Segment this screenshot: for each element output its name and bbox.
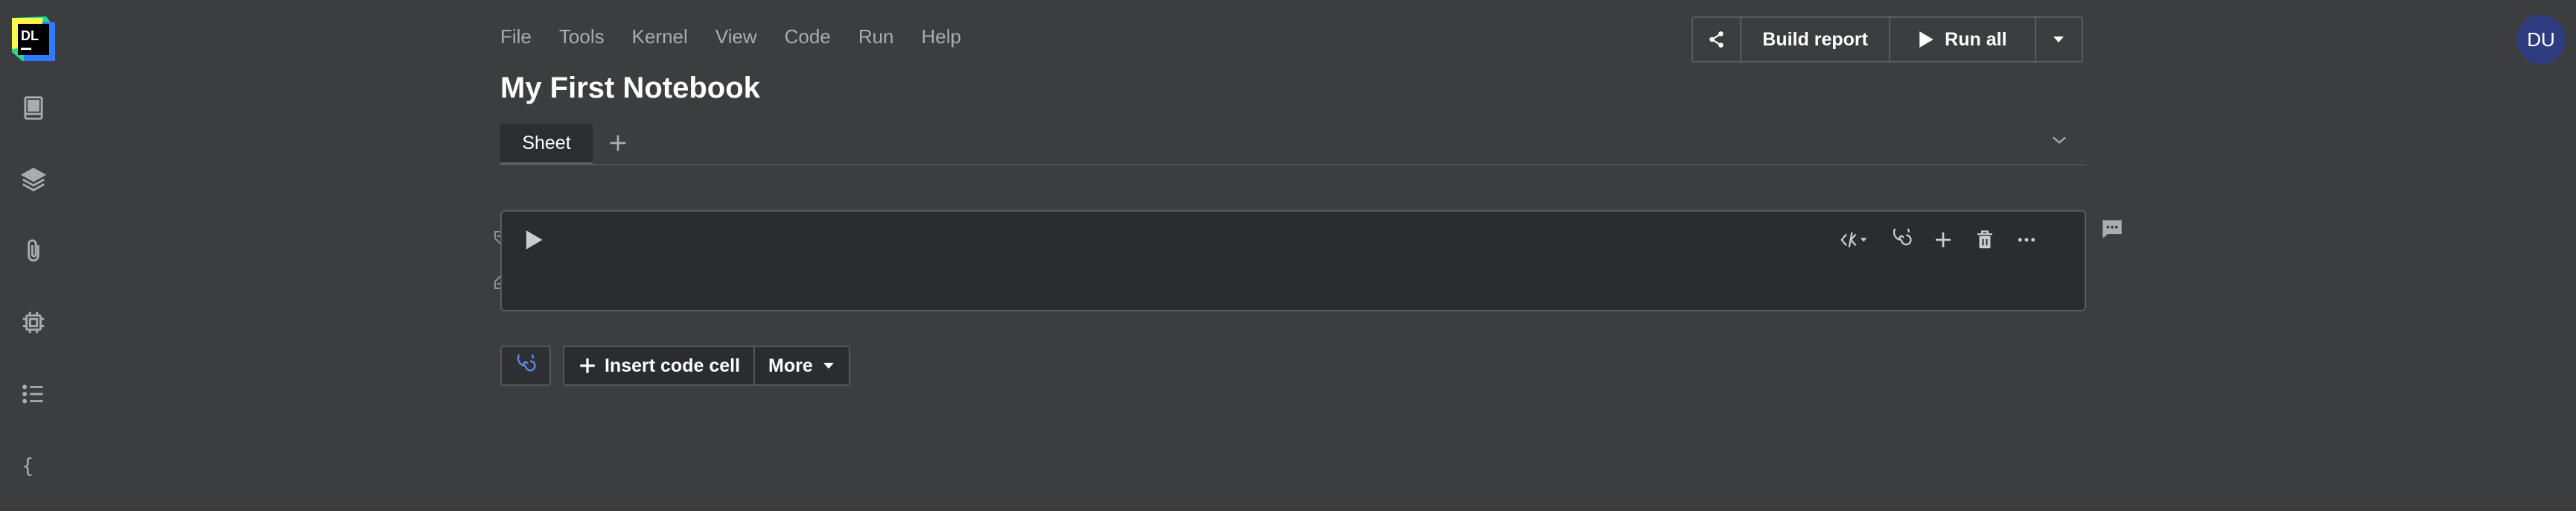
code-cell[interactable]: [500, 210, 2086, 311]
notebook-icon[interactable]: [18, 92, 49, 124]
menu-help[interactable]: Help: [922, 25, 961, 48]
comment-icon: [2102, 220, 2122, 238]
trash-icon: [1977, 230, 1992, 249]
caret-down-icon: [2053, 36, 2065, 42]
ai-spiral-icon: [517, 355, 536, 372]
add-cell-button[interactable]: [1922, 220, 1964, 259]
insert-cell-group: Insert code cell More: [563, 346, 850, 386]
run-all-button[interactable]: Run all: [1890, 18, 2036, 61]
user-initials: DU: [2527, 28, 2555, 51]
run-cell-button[interactable]: [524, 229, 548, 253]
chevron-down-icon: [2053, 136, 2066, 145]
more-label: More: [768, 355, 813, 376]
menu-bar: File Tools Kernel View Code Run Help: [500, 25, 989, 48]
ai-assistant-button[interactable]: [1881, 220, 1922, 259]
more-horizontal-icon: [2018, 238, 2035, 242]
share-button[interactable]: [1693, 18, 1742, 61]
attachment-icon[interactable]: [18, 235, 49, 267]
more-insert-dropdown[interactable]: More: [753, 347, 849, 384]
code-icon: [1840, 232, 1867, 248]
ai-assistant-insert-button[interactable]: [500, 346, 551, 386]
cell-toolbar: [1827, 220, 2047, 259]
build-report-button[interactable]: Build report: [1741, 18, 1890, 61]
layers-icon[interactable]: [18, 164, 49, 195]
list-icon[interactable]: [18, 378, 49, 410]
tabs-expand-button[interactable]: [2049, 130, 2074, 155]
notebook-toolbar: Build report Run all: [1692, 16, 2083, 63]
cell-more-button[interactable]: [2006, 220, 2047, 259]
add-sheet-button[interactable]: [605, 130, 631, 156]
play-icon: [526, 230, 543, 250]
sheet-tabs: Sheet: [500, 124, 2086, 165]
menu-view[interactable]: View: [715, 25, 757, 48]
tab-sheet[interactable]: Sheet: [500, 124, 593, 165]
insert-code-cell-label: Insert code cell: [605, 355, 741, 376]
insert-code-cell-button[interactable]: Insert code cell: [564, 347, 753, 384]
processor-icon[interactable]: [18, 307, 49, 338]
ai-spiral-icon: [1893, 229, 1912, 246]
build-report-label: Build report: [1762, 28, 1868, 50]
play-icon: [1919, 31, 1933, 48]
menu-code[interactable]: Code: [785, 25, 831, 48]
variables-icon[interactable]: { }: [18, 450, 49, 481]
tab-sheet-label: Sheet: [522, 132, 571, 153]
logo-text: DL: [21, 28, 39, 43]
menu-run[interactable]: Run: [858, 25, 894, 48]
plus-icon: [1936, 232, 1951, 247]
share-icon: [1709, 31, 1724, 48]
menu-tools[interactable]: Tools: [559, 25, 605, 48]
run-options-dropdown[interactable]: [2036, 18, 2082, 61]
cell-type-dropdown[interactable]: [1827, 220, 1881, 259]
menu-kernel[interactable]: Kernel: [632, 25, 688, 48]
app-logo[interactable]: DL: [9, 15, 58, 64]
plus-icon: [610, 135, 626, 151]
caret-down-icon: [823, 363, 834, 369]
user-avatar[interactable]: DU: [2516, 15, 2566, 64]
delete-cell-button[interactable]: [1964, 220, 2006, 259]
menu-file[interactable]: File: [500, 25, 532, 48]
run-all-label: Run all: [1945, 28, 2007, 50]
plus-icon: [580, 358, 595, 373]
svg-text:{ }: { }: [22, 455, 48, 478]
comment-button[interactable]: [2100, 216, 2128, 244]
notebook-title[interactable]: My First Notebook: [500, 72, 760, 105]
